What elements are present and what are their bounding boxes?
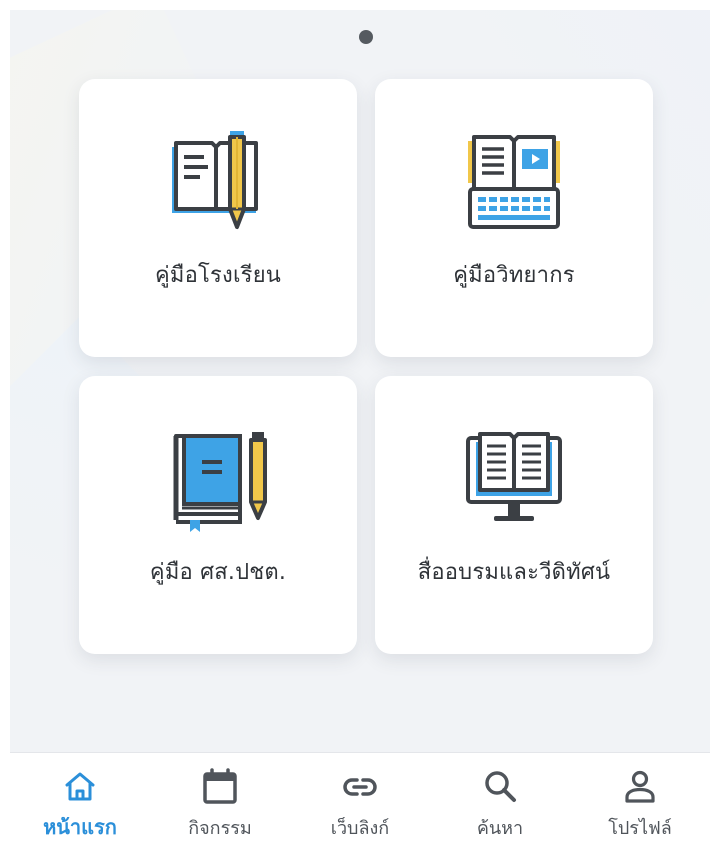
tab-weblinks[interactable]: เว็บลิงก์ <box>290 753 430 845</box>
profile-icon <box>620 767 660 807</box>
tab-profile[interactable]: โปรไฟล์ <box>570 753 710 845</box>
tab-label: ค้นหา <box>476 818 524 839</box>
tab-label: หน้าแรก <box>43 815 117 839</box>
bottom-tab-bar: หน้าแรก กิจกรรม เว็บลิงก์ ค้นหา โปรไฟล์ <box>10 752 710 845</box>
open-book-pencil-icon <box>162 127 274 239</box>
menu-card-democracy-center-manual[interactable]: คู่มือ ศส.ปชต. <box>79 376 357 654</box>
tab-home[interactable]: หน้าแรก <box>10 753 150 845</box>
app-screen: คู่มือโรงเรียน คู่มือวิทยากร คู่มือ ศส.ป… <box>10 10 710 845</box>
menu-card-label: คู่มือโรงเรียน <box>154 263 282 288</box>
tab-label: โปรไฟล์ <box>608 818 672 839</box>
page-indicator-dot <box>359 30 373 44</box>
tab-label: เว็บลิงก์ <box>330 818 390 839</box>
home-icon <box>60 767 100 807</box>
tab-label: กิจกรรม <box>188 818 252 839</box>
menu-card-training-media[interactable]: สื่ออบรมและวีดิทัศน์ <box>375 376 653 654</box>
tab-activities[interactable]: กิจกรรม <box>150 753 290 845</box>
menu-card-label: คู่มือวิทยากร <box>453 263 575 288</box>
menu-card-trainer-manual[interactable]: คู่มือวิทยากร <box>375 79 653 357</box>
search-icon <box>480 767 520 807</box>
menu-card-label: สื่ออบรมและวีดิทัศน์ <box>417 560 611 585</box>
book-pencil-icon <box>162 424 274 536</box>
menu-card-label: คู่มือ ศส.ปชต. <box>149 560 287 585</box>
calendar-icon <box>200 767 240 807</box>
ebook-keyboard-icon <box>458 127 570 239</box>
menu-card-school-manual[interactable]: คู่มือโรงเรียน <box>79 79 357 357</box>
monitor-book-icon <box>458 424 570 536</box>
tab-search[interactable]: ค้นหา <box>430 753 570 845</box>
link-icon <box>340 767 380 807</box>
